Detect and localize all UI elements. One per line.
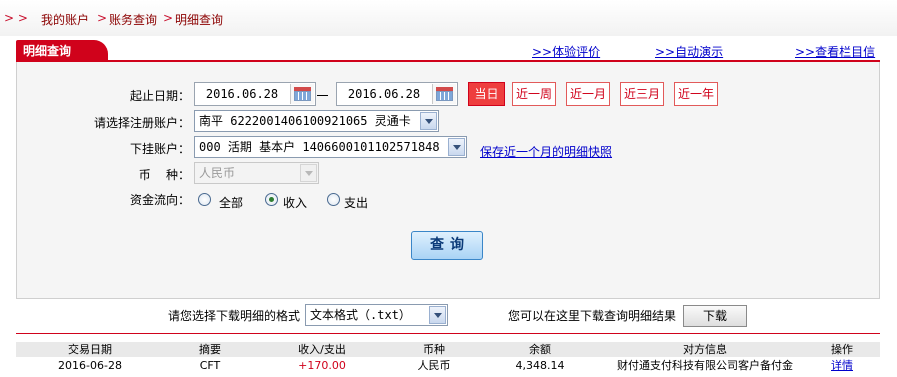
flow-income-label[interactable]: 收入	[283, 194, 307, 211]
header-summary: 摘要	[199, 343, 221, 356]
calendar-icon[interactable]	[290, 84, 314, 104]
start-date-value: 2016.06.28	[205, 87, 279, 101]
cell-currency: 人民币	[417, 359, 451, 372]
query-button[interactable]: 查询	[411, 231, 483, 260]
calendar-icon[interactable]	[432, 84, 456, 104]
breadcrumb-account-query[interactable]: 账务查询	[109, 11, 157, 28]
dropdown-arrow-icon[interactable]	[420, 112, 437, 130]
breadcrumb-detail-query: 明细查询	[175, 13, 224, 27]
divider	[16, 333, 880, 334]
end-date-field[interactable]: 2016.06.28	[336, 82, 458, 106]
detail-link[interactable]: 详情	[817, 359, 867, 373]
header-date: 交易日期	[68, 343, 112, 356]
breadcrumb: > > 我的账户 > 账务查询 > 明细查询	[0, 0, 897, 36]
cell-summary: CFT	[199, 359, 221, 372]
cell-amount: +170.00	[298, 359, 346, 372]
save-snapshot-link[interactable]: 保存近一个月的明细快照	[480, 143, 612, 160]
end-date-value: 2016.06.28	[347, 87, 421, 101]
last-month-button[interactable]: 近一月	[566, 82, 610, 106]
currency-label: 币 种：	[138, 168, 190, 182]
breadcrumb-separator-icon: >	[97, 11, 108, 25]
download-button[interactable]: 下载	[683, 305, 747, 327]
date-range-dash	[317, 95, 328, 96]
account-label: 请选择注册账户：	[93, 116, 190, 130]
cell-balance: 4,348.14	[515, 359, 565, 372]
today-button[interactable]: 当日	[468, 82, 505, 106]
download-format-select[interactable]: 文本格式（.txt）	[305, 304, 448, 326]
cell-counterparty: 财付通支付科技有限公司客户备付金	[617, 359, 793, 372]
breadcrumb-separator-icon: >	[163, 11, 174, 25]
flow-expense-label[interactable]: 支出	[344, 194, 368, 211]
panel-header: 明细查询 >>体验评价 >>自动演示 >>查看栏目信息	[16, 40, 880, 76]
breadcrumb-arrows-icon: > >	[4, 11, 28, 25]
breadcrumb-my-account[interactable]: 我的账户	[41, 11, 89, 28]
sub-account-select-value: 000 活期 基本户 1406600101102571848	[199, 140, 440, 154]
header-currency: 币种	[423, 343, 445, 356]
header-action: 操作	[831, 343, 853, 356]
currency-select: 人民币	[194, 162, 319, 184]
start-date-field[interactable]: 2016.06.28	[194, 82, 316, 106]
last-three-months-button[interactable]: 近三月	[620, 82, 664, 106]
account-select-value: 南平 6222001406100921065 灵通卡	[199, 114, 411, 128]
sub-account-select[interactable]: 000 活期 基本户 1406600101102571848	[194, 136, 467, 158]
download-hint: 您可以在这里下载查询明细结果	[507, 309, 676, 323]
header-counterparty: 对方信息	[683, 343, 727, 356]
sub-account-label: 下挂账户：	[129, 142, 190, 156]
flow-all-radio[interactable]	[198, 193, 211, 206]
date-range-label: 起止日期：	[129, 89, 190, 103]
download-format-value: 文本格式（.txt）	[310, 308, 411, 322]
auto-demo-link[interactable]: >>自动演示	[655, 43, 723, 60]
flow-expense-radio[interactable]	[327, 193, 340, 206]
currency-select-value: 人民币	[199, 166, 236, 180]
header-amount: 收入/支出	[298, 343, 346, 356]
panel-title: 明细查询	[16, 40, 108, 62]
account-select[interactable]: 南平 6222001406100921065 灵通卡	[194, 110, 439, 132]
flow-all-label[interactable]: 全部	[219, 194, 243, 211]
last-year-button[interactable]: 近一年	[674, 82, 718, 106]
feedback-link[interactable]: >>体验评价	[532, 43, 600, 60]
dropdown-arrow-icon[interactable]	[429, 306, 446, 324]
dropdown-arrow-icon[interactable]	[448, 138, 465, 156]
dropdown-arrow-icon	[300, 164, 317, 182]
fund-flow-label: 资金流向：	[129, 193, 190, 207]
cell-date: 2016-06-28	[58, 359, 122, 372]
header-balance: 余额	[529, 343, 551, 356]
last-week-button[interactable]: 近一周	[512, 82, 556, 106]
flow-income-radio[interactable]	[265, 193, 278, 206]
download-format-label: 请您选择下载明细的格式	[167, 309, 300, 323]
